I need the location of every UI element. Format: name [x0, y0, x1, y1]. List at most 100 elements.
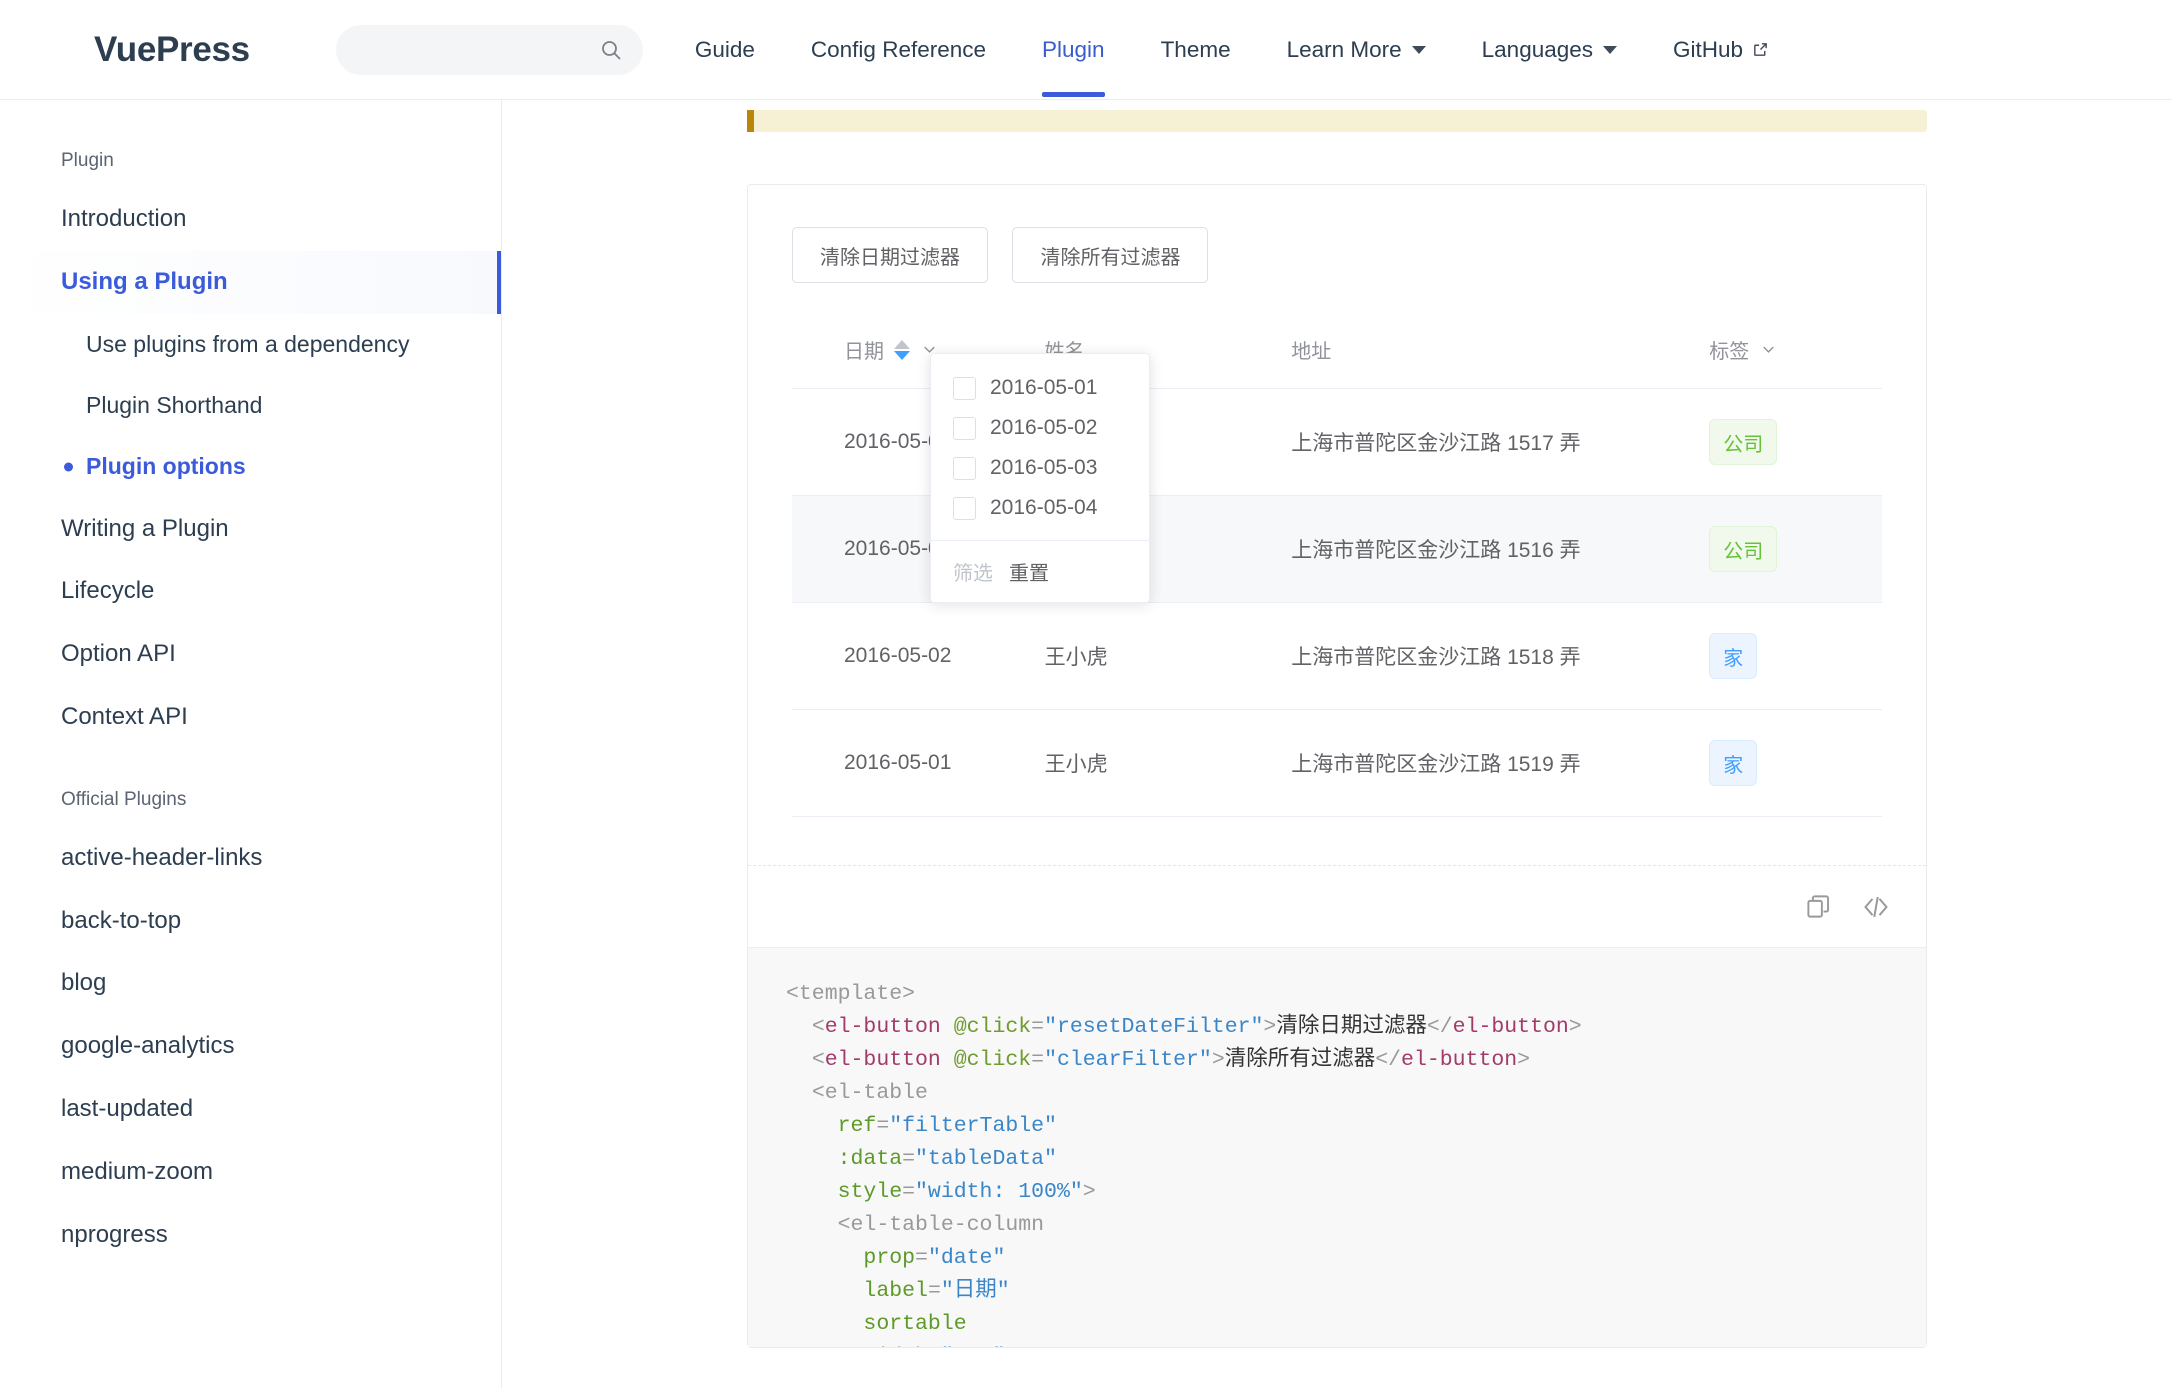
nav-links: Guide Config Reference Plugin Theme Lear… [695, 3, 1769, 97]
nav-link-config-reference[interactable]: Config Reference [811, 3, 986, 97]
status-badge: 家 [1709, 633, 1758, 679]
filter-option-item[interactable]: 2016-05-02 [931, 408, 1149, 448]
sidebar-group-title-plugin: Plugin [61, 150, 114, 171]
chevron-down-icon [1411, 45, 1426, 54]
sidebar-item-writing-a-plugin[interactable]: Writing a Plugin [0, 498, 501, 561]
table-row[interactable]: 2016-05-01 王小虎 上海市普陀区金沙江路 1519 弄 家 [792, 709, 1882, 817]
sidebar-item-using-a-plugin[interactable]: Using a Plugin [0, 250, 501, 314]
sidebar-item-back-to-top[interactable]: back-to-top [0, 890, 501, 953]
code-brackets-icon[interactable] [1862, 893, 1890, 921]
table-row[interactable]: 2016-05-02 王小虎 上海市普陀区金沙江路 1518 弄 家 [792, 602, 1882, 710]
nav-link-guide[interactable]: Guide [695, 3, 755, 97]
table-header-tag[interactable]: 标签 [1709, 335, 1882, 389]
code-block: <template> <el-button @click="resetDateF… [748, 947, 1926, 1347]
cell-address: 上海市普陀区金沙江路 1519 弄 [1291, 709, 1710, 817]
cell-name: 王小虎 [1044, 602, 1292, 710]
cell-tag: 公司 [1709, 388, 1882, 496]
sidebar-item-blog[interactable]: blog [0, 952, 501, 1015]
filter-option-label: 2016-05-04 [990, 496, 1098, 519]
cell-date: 2016-05-02 [792, 602, 1045, 710]
filter-option-item[interactable]: 2016-05-03 [931, 448, 1149, 488]
sidebar-item-context-api[interactable]: Context API [0, 686, 501, 749]
nav-link-label: Theme [1160, 36, 1231, 62]
demo-card: 清除日期过滤器 清除所有过滤器 日期 姓名 地址 标签 2016-05-04 上… [747, 184, 1927, 1348]
demo-body: 清除日期过滤器 清除所有过滤器 日期 姓名 地址 标签 2016-05-04 上… [748, 185, 1926, 865]
filter-reset-button[interactable]: 重置 [1009, 557, 1049, 586]
filter-option-label: 2016-05-03 [990, 456, 1098, 479]
checkbox-icon[interactable] [953, 496, 976, 520]
cell-tag: 公司 [1709, 495, 1882, 603]
checkbox-icon[interactable] [953, 456, 976, 480]
filter-option-item[interactable]: 2016-05-01 [931, 368, 1149, 408]
main-content: 清除日期过滤器 清除所有过滤器 日期 姓名 地址 标签 2016-05-04 上… [502, 100, 2172, 1388]
code-content: <template> <el-button @click="resetDateF… [786, 982, 1582, 1347]
sidebar-item-label: Plugin options [86, 453, 246, 480]
nav-link-languages[interactable]: Languages [1481, 3, 1618, 97]
nav-link-label: Config Reference [810, 36, 987, 62]
sidebar-item-nprogress[interactable]: nprogress [0, 1204, 501, 1267]
reset-date-filter-button[interactable]: 清除日期过滤器 [792, 227, 988, 283]
checkbox-icon[interactable] [953, 416, 976, 440]
filter-option-label: 2016-05-01 [990, 376, 1098, 399]
sidebar-item-google-analytics[interactable]: google-analytics [0, 1015, 501, 1078]
cell-tag: 家 [1709, 602, 1882, 710]
filter-option-item[interactable]: 2016-05-04 [931, 488, 1149, 528]
sidebar-item-introduction[interactable]: Introduction [0, 188, 501, 251]
sidebar-item-last-updated[interactable]: last-updated [0, 1078, 501, 1141]
cell-name: 王小虎 [1044, 709, 1292, 817]
filter-confirm-button[interactable]: 筛选 [953, 557, 993, 586]
nav-link-theme[interactable]: Theme [1161, 3, 1231, 97]
nav-link-github[interactable]: GitHub [1673, 3, 1769, 97]
nav-link-label: Guide [694, 36, 755, 62]
table-header-label: 日期 [844, 341, 884, 363]
sidebar: Plugin Introduction Using a Plugin Use p… [0, 100, 502, 1388]
table-header-address: 地址 [1291, 335, 1710, 389]
table-header-label: 标签 [1709, 341, 1750, 363]
filter-options-list: 2016-05-01 2016-05-02 2016-05-03 2016-05… [931, 354, 1149, 540]
copy-icon[interactable] [1805, 893, 1832, 920]
content-column: 清除日期过滤器 清除所有过滤器 日期 姓名 地址 标签 2016-05-04 上… [747, 110, 1927, 1348]
cell-address: 上海市普陀区金沙江路 1518 弄 [1291, 602, 1710, 710]
search-input[interactable] [335, 24, 643, 75]
nav-link-label: Plugin [1042, 36, 1105, 62]
sidebar-item-plugin-shorthand[interactable]: Plugin Shorthand [0, 375, 501, 436]
bullet-icon [64, 462, 73, 472]
cell-tag: 家 [1709, 709, 1882, 817]
status-badge: 公司 [1709, 526, 1778, 572]
status-badge: 公司 [1709, 419, 1778, 465]
date-filter-dropdown[interactable]: 2016-05-01 2016-05-02 2016-05-03 2016-05… [930, 353, 1150, 603]
sidebar-item-use-plugins-from-a-dependency[interactable]: Use plugins from a dependency [0, 314, 501, 375]
cell-address: 上海市普陀区金沙江路 1516 弄 [1291, 495, 1710, 603]
clear-all-filters-button[interactable]: 清除所有过滤器 [1012, 227, 1209, 283]
sidebar-item-active-header-links[interactable]: active-header-links [0, 827, 501, 890]
checkbox-icon[interactable] [953, 376, 976, 400]
navbar: VuePress Guide Config Reference Plugin T… [0, 0, 2172, 100]
nav-link-label: Languages [1481, 36, 1594, 62]
code-toolbar [748, 865, 1926, 947]
sidebar-item-plugin-options[interactable]: Plugin options [0, 436, 501, 497]
nav-link-learn-more[interactable]: Learn More [1287, 3, 1426, 97]
external-link-icon [1752, 41, 1769, 58]
filter-chevron-down-icon[interactable] [1759, 340, 1778, 359]
cell-date: 2016-05-01 [792, 709, 1045, 817]
sort-descending-icon[interactable] [894, 350, 910, 360]
table-header-label: 地址 [1291, 341, 1332, 363]
sort-caret-icon[interactable] [894, 339, 910, 360]
search-icon [599, 38, 623, 62]
sidebar-group-title-official-plugins: Official Plugins [61, 788, 187, 810]
sidebar-item-medium-zoom[interactable]: medium-zoom [0, 1141, 501, 1204]
filter-popper-footer: 筛选 重置 [931, 540, 1149, 602]
brand-logo[interactable]: VuePress [94, 30, 250, 70]
sort-ascending-icon[interactable] [894, 339, 910, 349]
nav-link-label: Learn More [1286, 36, 1402, 62]
cell-address: 上海市普陀区金沙江路 1517 弄 [1291, 388, 1710, 496]
chevron-down-icon [1603, 45, 1618, 54]
nav-link-label: GitHub [1673, 36, 1744, 62]
sidebar-item-option-api[interactable]: Option API [0, 623, 501, 686]
filter-option-label: 2016-05-02 [990, 416, 1098, 439]
search-box[interactable] [335, 24, 643, 75]
tip-callout-block [747, 110, 1927, 132]
status-badge: 家 [1709, 740, 1758, 786]
sidebar-item-lifecycle[interactable]: Lifecycle [0, 560, 501, 623]
nav-link-plugin[interactable]: Plugin [1042, 3, 1105, 97]
